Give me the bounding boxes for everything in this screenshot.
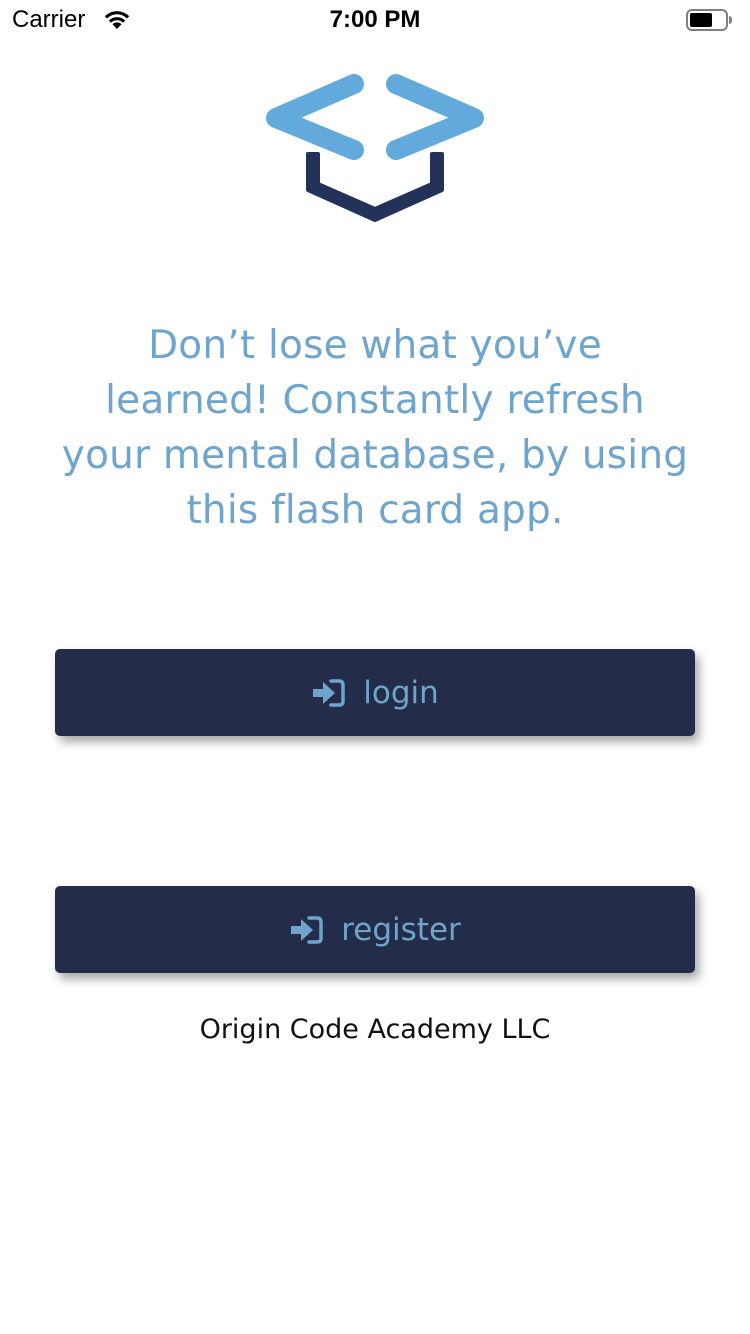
register-button-label: register xyxy=(341,911,461,948)
login-button-label: login xyxy=(363,674,439,711)
status-bar: Carrier 7:00 PM xyxy=(0,0,750,40)
sign-in-icon xyxy=(313,678,345,707)
company-footer: Origin Code Academy LLC xyxy=(199,1014,551,1045)
app-logo-icon xyxy=(266,74,484,222)
battery-icon xyxy=(686,9,732,31)
tagline-text: Don’t lose what you’ve learned! Constant… xyxy=(61,323,689,533)
login-button[interactable]: login xyxy=(55,649,695,736)
register-button[interactable]: register xyxy=(55,886,695,973)
clock: 7:00 PM xyxy=(329,6,421,33)
sign-in-icon xyxy=(291,915,323,944)
